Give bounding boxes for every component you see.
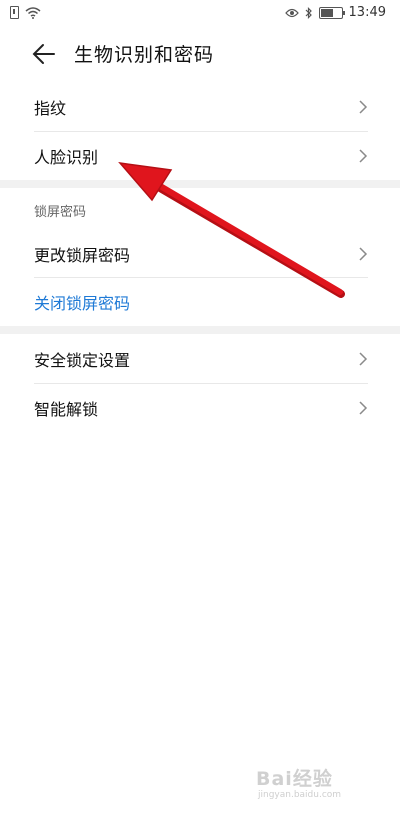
list-item-disable-lock-password[interactable]: 关闭锁屏密码 — [34, 278, 368, 326]
eye-icon — [284, 8, 299, 17]
chevron-right-icon — [359, 149, 368, 163]
sim-card-icon — [10, 6, 19, 19]
list-item-label: 安全锁定设置 — [34, 351, 131, 370]
list-item-face-recognition[interactable]: 人脸识别 — [34, 132, 368, 180]
bluetooth-icon — [305, 6, 312, 19]
list-item-smart-unlock[interactable]: 智能解锁 — [34, 384, 368, 432]
watermark-logo: Bai经验 jingyan.baidu.com — [256, 762, 376, 806]
list-item-fingerprint[interactable]: 指纹 — [34, 83, 368, 131]
chevron-right-icon — [359, 401, 368, 415]
chevron-right-icon — [359, 247, 368, 261]
status-right: 13:49 — [284, 5, 386, 20]
watermark-brand: Bai经验 — [256, 768, 333, 790]
list-item-label: 智能解锁 — [34, 400, 99, 419]
back-arrow-icon[interactable] — [32, 42, 56, 66]
header: 生物识别和密码 — [0, 30, 400, 78]
section-title-lock-password: 锁屏密码 — [34, 205, 87, 220]
list-item-label: 人脸识别 — [34, 148, 99, 167]
list-item-label: 更改锁屏密码 — [34, 246, 131, 265]
wifi-icon — [25, 6, 41, 19]
status-time: 13:49 — [348, 5, 386, 20]
status-left — [10, 6, 41, 19]
battery-icon — [318, 6, 345, 19]
page-title: 生物识别和密码 — [74, 44, 215, 66]
section-gap — [0, 180, 400, 188]
chevron-right-icon — [359, 352, 368, 366]
chevron-right-icon — [359, 100, 368, 114]
list-item-security-lock-settings[interactable]: 安全锁定设置 — [34, 335, 368, 383]
list-item-change-lock-password[interactable]: 更改锁屏密码 — [34, 230, 368, 278]
list-item-label: 关闭锁屏密码 — [34, 294, 131, 313]
watermark-url: jingyan.baidu.com — [258, 790, 342, 800]
status-bar: 13:49 — [0, 0, 400, 28]
list-item-label: 指纹 — [34, 99, 67, 118]
section-gap — [0, 326, 400, 334]
